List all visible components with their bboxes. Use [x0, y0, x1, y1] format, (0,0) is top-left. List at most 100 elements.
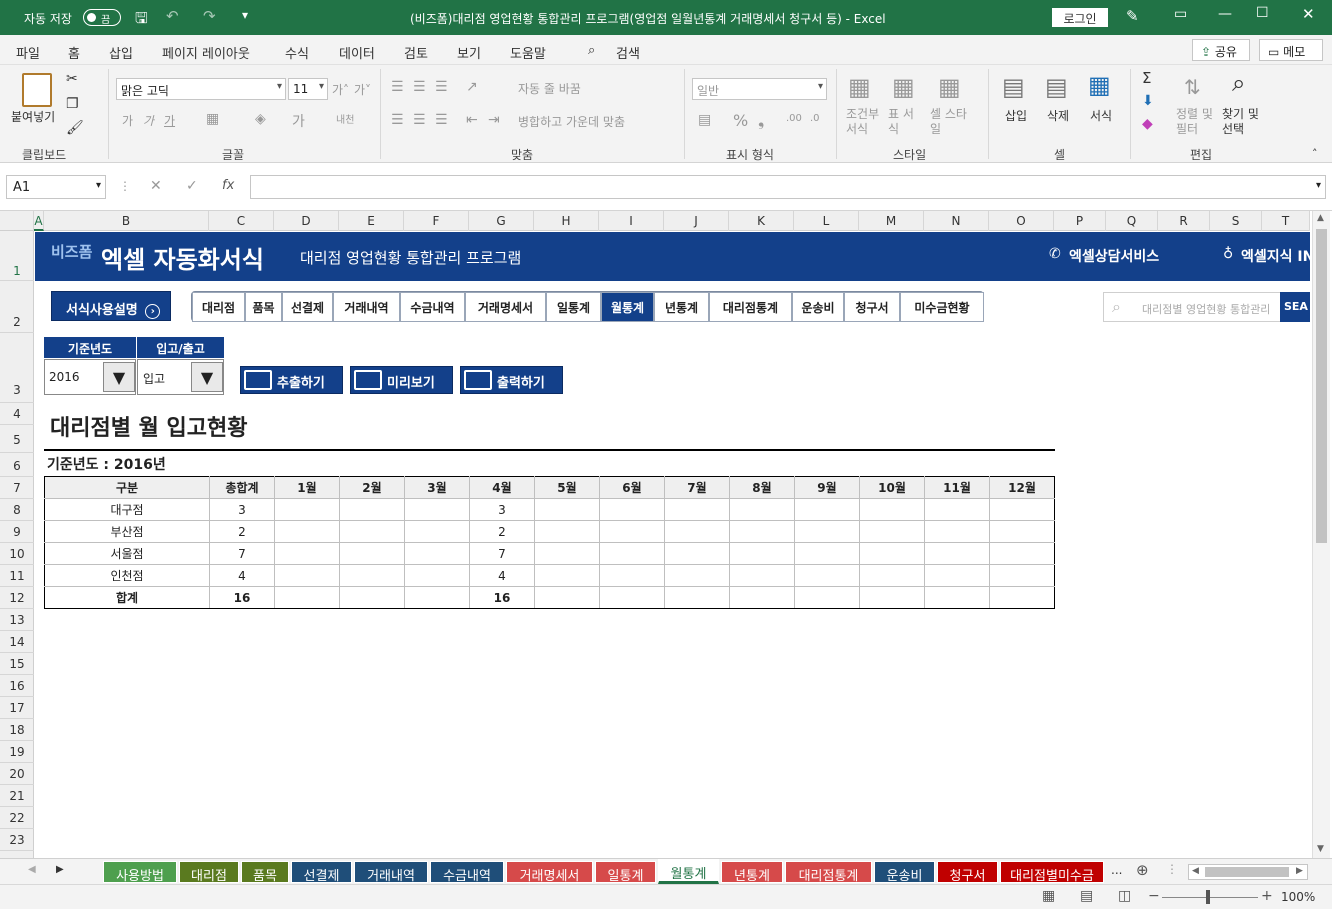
cell[interactable]	[729, 498, 795, 521]
horizontal-scrollbar[interactable]: ◀ ▶	[1188, 864, 1308, 880]
autosave-toggle[interactable]: 끔	[83, 9, 121, 26]
column-header[interactable]: F	[404, 211, 469, 231]
number-format-select[interactable]: 일반 ▾	[692, 78, 827, 100]
cell[interactable]	[664, 520, 730, 543]
row-header[interactable]: 12	[0, 587, 34, 609]
row-header[interactable]: 18	[0, 719, 34, 741]
delete-cells-icon[interactable]: ▤	[1045, 73, 1068, 101]
cell[interactable]	[404, 520, 470, 543]
column-header[interactable]: I	[599, 211, 664, 231]
column-header[interactable]: P	[1054, 211, 1106, 231]
cell[interactable]	[794, 498, 860, 521]
cell[interactable]	[664, 586, 730, 609]
cell[interactable]	[924, 542, 990, 565]
search-input[interactable]: 대리점별 영업현황 통합관리	[1142, 301, 1270, 317]
row-header[interactable]: 17	[0, 697, 34, 719]
wrap-text-button[interactable]: 자동 줄 바꿈	[518, 80, 581, 97]
sheet-tab[interactable]: 대리점통계	[785, 861, 872, 884]
row-header[interactable]: 1	[0, 232, 34, 281]
cell[interactable]	[274, 520, 340, 543]
insert-cells-button[interactable]: 삽입	[1005, 107, 1027, 124]
header-cell[interactable]: 3월	[404, 476, 470, 499]
row-header[interactable]: 20	[0, 763, 34, 785]
scroll-right-icon[interactable]: ▶	[1296, 866, 1303, 876]
nav-item[interactable]: 대리점	[192, 292, 245, 322]
sheet-tab[interactable]: 년통계	[721, 861, 783, 884]
cell[interactable]	[404, 498, 470, 521]
search-button[interactable]: SEA	[1280, 292, 1310, 322]
column-header[interactable]: N	[924, 211, 989, 231]
close-icon[interactable]: ✕	[1302, 5, 1315, 23]
search-icon[interactable]: ⌕	[588, 43, 595, 58]
sheet-tab[interactable]: 거래명세서	[506, 861, 593, 884]
cell[interactable]	[274, 564, 340, 587]
format-painter-icon[interactable]: 🖌	[66, 120, 84, 136]
scroll-left-icon[interactable]: ◀	[1192, 866, 1199, 876]
page-break-view-icon[interactable]: ◫	[1118, 888, 1131, 904]
sheet-tab[interactable]: 사용방법	[103, 861, 177, 884]
format-cells-button[interactable]: 서식	[1090, 107, 1112, 124]
splitter-icon[interactable]: ⋮	[1166, 862, 1178, 876]
cell[interactable]	[989, 498, 1055, 521]
cell[interactable]: 부산점	[44, 520, 210, 543]
font-color-icon[interactable]: 가	[292, 111, 305, 131]
header-cell[interactable]: 6월	[599, 476, 665, 499]
guide-button[interactable]: 서식사용설명 ›	[51, 291, 171, 321]
more-tabs-icon[interactable]: ...	[1111, 863, 1122, 877]
fill-color-icon[interactable]: ◈	[255, 111, 266, 127]
cell[interactable]	[989, 586, 1055, 609]
header-cell[interactable]: 8월	[729, 476, 795, 499]
page-layout-view-icon[interactable]: ▤	[1080, 888, 1093, 904]
column-header[interactable]: H	[534, 211, 599, 231]
autosum-icon[interactable]: Σ	[1142, 69, 1151, 87]
cell[interactable]	[924, 520, 990, 543]
cell[interactable]	[859, 498, 925, 521]
cell[interactable]	[989, 564, 1055, 587]
column-header[interactable]: R	[1158, 211, 1210, 231]
select-all-corner[interactable]	[0, 211, 34, 231]
paste-button[interactable]: 붙여넣기	[11, 108, 55, 125]
consult-service-link[interactable]: 엑셀상담서비스	[1069, 246, 1159, 266]
row-header[interactable]: 5	[0, 425, 34, 453]
cell[interactable]	[599, 586, 665, 609]
sheet-tab[interactable]: 선결제	[291, 861, 352, 884]
cell[interactable]	[924, 586, 990, 609]
nav-item[interactable]: 품목	[245, 292, 282, 322]
row-header[interactable]: 10	[0, 543, 34, 565]
row-header[interactable]: 15	[0, 653, 34, 675]
accounting-icon[interactable]: ▤	[698, 112, 711, 128]
cell[interactable]	[534, 564, 600, 587]
font-size-select[interactable]: 11 ▾	[288, 78, 328, 100]
column-header[interactable]: G	[469, 211, 534, 231]
find-select-icon[interactable]: ⌕	[1232, 69, 1245, 97]
find-select-button[interactable]: 찾기 및 선택	[1222, 107, 1268, 137]
align-center-icon[interactable]: ☰	[413, 112, 426, 128]
format-cells-icon[interactable]: ▦	[1088, 71, 1111, 99]
cell[interactable]	[534, 586, 600, 609]
row-header[interactable]: 16	[0, 675, 34, 697]
cell[interactable]	[599, 498, 665, 521]
cell-styles-button[interactable]: 셀 스타일	[930, 107, 970, 137]
conditional-format-icon[interactable]: ▦	[848, 73, 871, 101]
tab-page-layout[interactable]: 페이지 레이아웃	[162, 43, 250, 62]
nav-item[interactable]: 청구서	[844, 292, 900, 322]
zoom-slider[interactable]	[1162, 897, 1258, 898]
nav-item[interactable]: 년통계	[654, 292, 709, 322]
format-table-button[interactable]: 표 서식	[888, 107, 918, 137]
undo-icon[interactable]: ↶	[166, 7, 179, 25]
comma-icon[interactable]: ❟	[758, 111, 764, 131]
cell[interactable]	[599, 542, 665, 565]
row-header[interactable]: 4	[0, 403, 34, 425]
cell[interactable]: 4	[209, 564, 275, 587]
column-header[interactable]: S	[1210, 211, 1262, 231]
cell[interactable]: 3	[469, 498, 535, 521]
fill-icon[interactable]: ⬇	[1142, 93, 1154, 109]
scroll-up-icon[interactable]: ▲	[1317, 213, 1324, 223]
conditional-format-button[interactable]: 조건부 서식	[846, 107, 886, 137]
header-cell[interactable]: 7월	[664, 476, 730, 499]
column-header[interactable]: Q	[1106, 211, 1158, 231]
zoom-in-icon[interactable]: +	[1261, 888, 1273, 904]
grow-font-icon[interactable]: 가˄	[332, 81, 349, 98]
nav-item[interactable]: 운송비	[792, 292, 844, 322]
orientation-icon[interactable]: ↗	[466, 79, 478, 95]
